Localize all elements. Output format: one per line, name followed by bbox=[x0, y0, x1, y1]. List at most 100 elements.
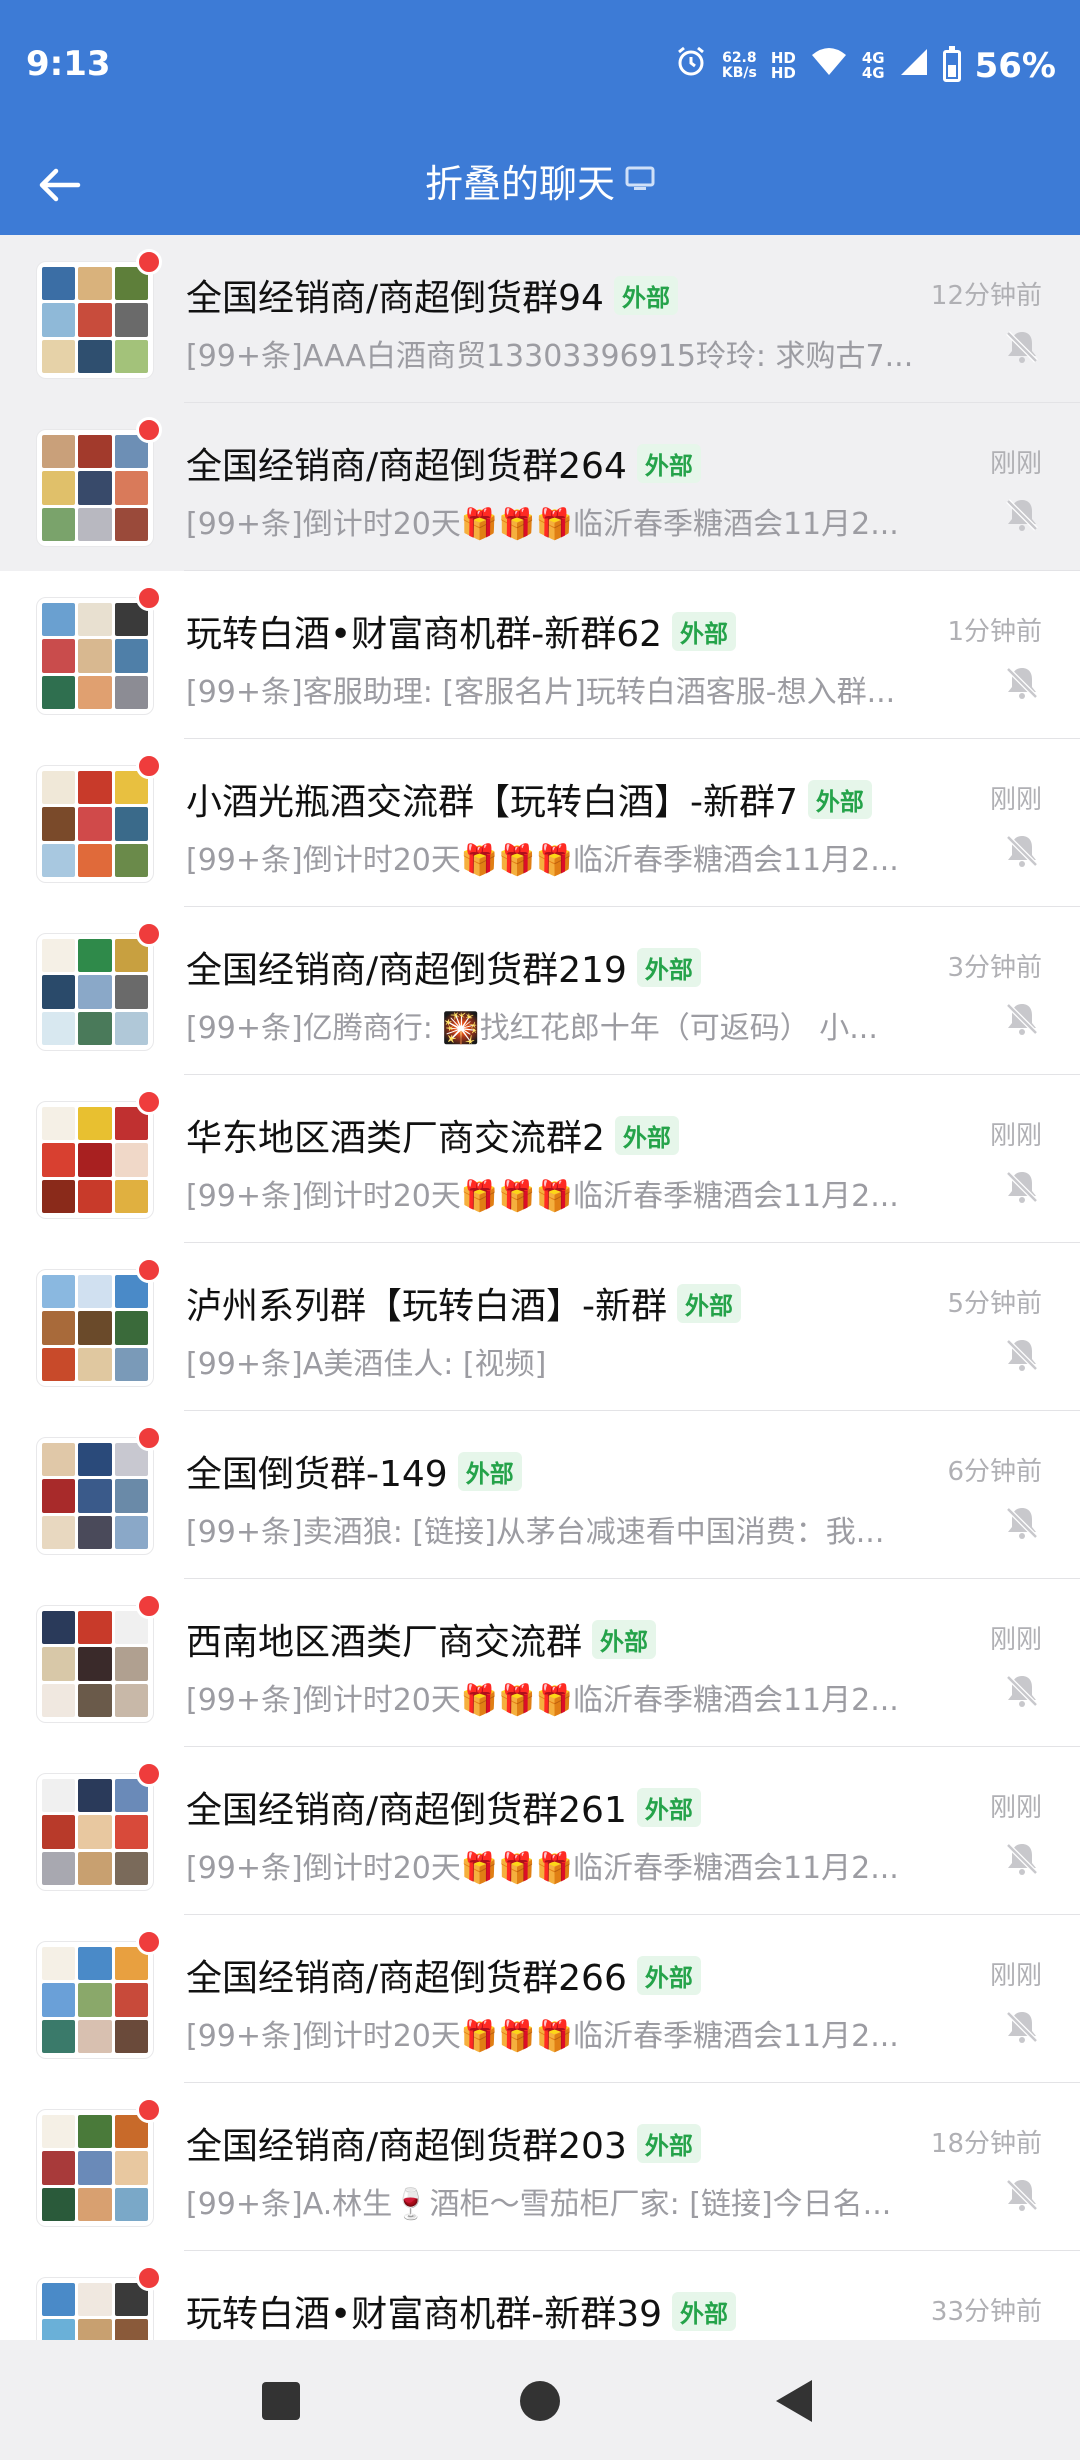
avatar-tile bbox=[78, 1179, 112, 1213]
chat-row[interactable]: 小酒光瓶酒交流群【玩转白酒】-新群7 外部 刚刚 [99+条]倒计时20天🎁🎁🎁… bbox=[0, 739, 1080, 907]
signal-icon bbox=[899, 46, 929, 86]
avatar-tile bbox=[114, 1311, 148, 1345]
chat-time: 3分钟前 bbox=[947, 953, 1042, 983]
avatar-tile bbox=[78, 1011, 112, 1045]
group-avatar[interactable] bbox=[36, 933, 154, 1051]
group-avatar[interactable] bbox=[36, 1101, 154, 1219]
chat-row[interactable]: 西南地区酒类厂商交流群 外部 刚刚 [99+条]倒计时20天🎁🎁🎁临沂春季糖酒会… bbox=[0, 1579, 1080, 1747]
group-avatar[interactable] bbox=[36, 765, 154, 883]
group-avatar[interactable] bbox=[36, 2109, 154, 2227]
chat-name: 全国经销商/商超倒货群266 bbox=[186, 1958, 627, 1999]
avatar-tile bbox=[42, 843, 76, 877]
chat-row[interactable]: 全国倒货群-149 外部 6分钟前 [99+条]卖酒狼: [链接]从茅台减速看中… bbox=[0, 1411, 1080, 1579]
chat-title-line: 泸州系列群【玩转白酒】-新群 外部 bbox=[186, 1277, 741, 1329]
avatar-tile bbox=[42, 1311, 76, 1345]
avatar-tile bbox=[42, 1011, 76, 1045]
chat-time: 刚刚 bbox=[989, 1121, 1042, 1151]
group-avatar[interactable] bbox=[36, 1437, 154, 1555]
avatar-tile bbox=[114, 1851, 148, 1885]
group-avatar[interactable] bbox=[36, 597, 154, 715]
chat-name: 泸州系列群【玩转白酒】-新群 bbox=[186, 1286, 667, 1327]
chat-row[interactable]: 玩转白酒•财富商机群-新群62 外部 1分钟前 [99+条]客服助理: [客服名… bbox=[0, 571, 1080, 739]
avatar-tile bbox=[78, 807, 112, 841]
avatar-tile bbox=[42, 639, 76, 673]
external-tag: 外部 bbox=[636, 2123, 701, 2163]
external-tag: 外部 bbox=[457, 1451, 522, 1491]
mute-bell-icon bbox=[1002, 1671, 1042, 1711]
avatar-tile bbox=[78, 267, 112, 301]
avatar-tile bbox=[42, 2115, 76, 2149]
chat-name: 全国倒货群-149 bbox=[186, 1454, 448, 1495]
sim-signal: 4G 4G bbox=[862, 50, 885, 81]
external-tag: 外部 bbox=[592, 1619, 657, 1659]
mute-bell-icon bbox=[1002, 999, 1042, 1039]
avatar-tile bbox=[114, 1815, 148, 1849]
group-avatar[interactable] bbox=[36, 1773, 154, 1891]
network-speed-value: 62.8 bbox=[722, 49, 757, 66]
group-avatar[interactable] bbox=[36, 261, 154, 379]
group-avatar[interactable] bbox=[36, 1269, 154, 1387]
avatar-tile bbox=[114, 1515, 148, 1549]
avatar-tile bbox=[78, 1779, 112, 1813]
chat-row[interactable]: 全国经销商/商超倒货群203 外部 18分钟前 [99+条]A.林生🍷酒柜～雪茄… bbox=[0, 2083, 1080, 2251]
chat-title-line: 玩转白酒•财富商机群-新群39 外部 bbox=[186, 2285, 737, 2337]
avatar-tile bbox=[78, 1611, 112, 1645]
chat-row[interactable]: 全国经销商/商超倒货群266 外部 刚刚 [99+条]倒计时20天🎁🎁🎁临沂春季… bbox=[0, 1915, 1080, 2083]
group-avatar[interactable] bbox=[36, 429, 154, 547]
battery-percent: 56% bbox=[974, 45, 1056, 86]
avatar-tile bbox=[42, 1443, 76, 1477]
avatar-tile bbox=[42, 975, 76, 1009]
chat-row[interactable]: 泸州系列群【玩转白酒】-新群 外部 5分钟前 [99+条]A美酒佳人: [视频] bbox=[0, 1243, 1080, 1411]
avatar-tile bbox=[78, 339, 112, 373]
avatar-tile bbox=[42, 267, 76, 301]
avatar-tile bbox=[42, 1815, 76, 1849]
avatar-tile bbox=[42, 1647, 76, 1681]
avatar-tile bbox=[78, 1851, 112, 1885]
recent-apps-button[interactable] bbox=[262, 2382, 300, 2420]
chat-row[interactable]: 全国经销商/商超倒货群94 外部 12分钟前 [99+条]AAA白酒商贸1330… bbox=[0, 235, 1080, 403]
avatar-tile bbox=[42, 507, 76, 541]
status-bar: 9:13 62.8 KB/s HD HD 4G 4G 56% bbox=[0, 0, 1080, 135]
avatar-tile bbox=[78, 2151, 112, 2185]
avatar-tile bbox=[114, 1347, 148, 1381]
chat-time: 1分钟前 bbox=[947, 617, 1042, 647]
avatar-tile bbox=[114, 639, 148, 673]
chat-row[interactable]: 全国经销商/商超倒货群264 外部 刚刚 [99+条]倒计时20天🎁🎁🎁临沂春季… bbox=[0, 403, 1080, 571]
group-avatar[interactable] bbox=[36, 1941, 154, 2059]
avatar-tile bbox=[78, 1107, 112, 1141]
status-time: 9:13 bbox=[26, 44, 111, 84]
avatar-tile bbox=[78, 675, 112, 709]
avatar-tile bbox=[78, 939, 112, 973]
external-tag: 外部 bbox=[636, 1787, 701, 1827]
mute-bell-icon bbox=[1002, 327, 1042, 367]
avatar-tile bbox=[78, 507, 112, 541]
avatar-tile bbox=[42, 1479, 76, 1513]
nav-back-button[interactable] bbox=[776, 2380, 812, 2422]
avatar-tile bbox=[114, 303, 148, 337]
avatar-tile bbox=[42, 1611, 76, 1645]
chat-title-line: 全国经销商/商超倒货群264 外部 bbox=[186, 437, 701, 489]
chat-time: 6分钟前 bbox=[947, 1457, 1042, 1487]
chat-preview: [99+条]倒计时20天🎁🎁🎁临沂春季糖酒会11月2... bbox=[186, 1179, 899, 1214]
chat-title-line: 华东地区酒类厂商交流群2 外部 bbox=[186, 1109, 679, 1161]
avatar-tile bbox=[42, 1179, 76, 1213]
home-button[interactable] bbox=[520, 2381, 560, 2421]
external-tag: 外部 bbox=[636, 443, 701, 483]
chat-time: 刚刚 bbox=[989, 1625, 1042, 1655]
avatar-tile bbox=[114, 1143, 148, 1177]
chat-time: 33分钟前 bbox=[930, 2297, 1042, 2327]
chat-row[interactable]: 全国经销商/商超倒货群261 外部 刚刚 [99+条]倒计时20天🎁🎁🎁临沂春季… bbox=[0, 1747, 1080, 1915]
group-avatar[interactable] bbox=[36, 1605, 154, 1723]
avatar-tile bbox=[78, 771, 112, 805]
unread-dot bbox=[136, 2265, 162, 2291]
network-speed: 62.8 KB/s bbox=[722, 49, 757, 81]
chat-time: 5分钟前 bbox=[947, 1289, 1042, 1319]
avatar-tile bbox=[78, 1815, 112, 1849]
avatar-tile bbox=[114, 2151, 148, 2185]
external-tag: 外部 bbox=[613, 275, 678, 315]
chat-row[interactable]: 华东地区酒类厂商交流群2 外部 刚刚 [99+条]倒计时20天🎁🎁🎁临沂春季糖酒… bbox=[0, 1075, 1080, 1243]
chat-time: 刚刚 bbox=[989, 1961, 1042, 1991]
chat-row[interactable]: 全国经销商/商超倒货群219 外部 3分钟前 [99+条]亿腾商行: 🎇找红花郎… bbox=[0, 907, 1080, 1075]
mute-bell-icon bbox=[1002, 495, 1042, 535]
chat-preview: [99+条]亿腾商行: 🎇找红花郎十年（可返码） 小... bbox=[186, 1011, 878, 1046]
